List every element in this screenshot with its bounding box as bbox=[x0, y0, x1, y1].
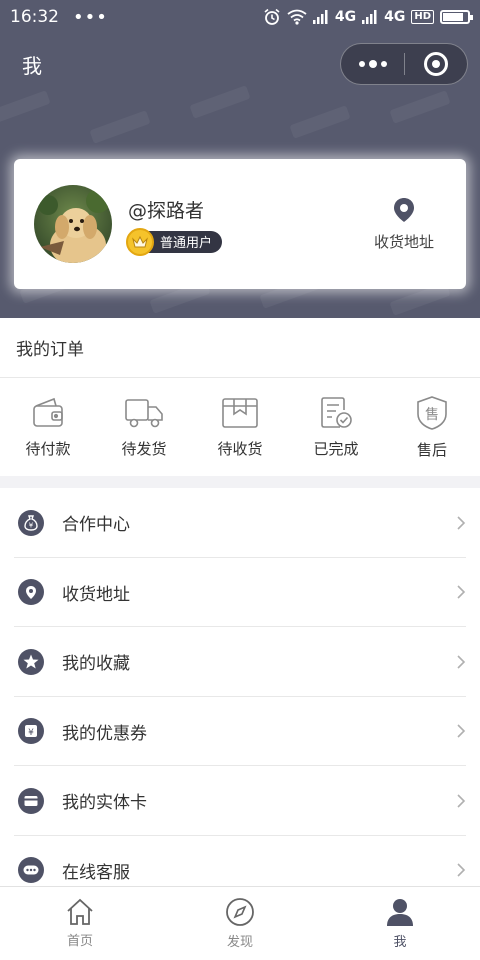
member-level-label: 普通用户 bbox=[160, 236, 213, 251]
after-sale-icon: 售 bbox=[417, 395, 447, 430]
tab-discover[interactable]: 发现 bbox=[160, 887, 320, 960]
order-pending-shipment-label: 待发货 bbox=[121, 439, 167, 458]
package-icon bbox=[222, 397, 258, 428]
orders-title: 我的订单 bbox=[16, 340, 84, 360]
member-level-badge[interactable]: 普通用户 bbox=[126, 227, 223, 256]
battery-icon bbox=[440, 10, 473, 24]
order-after-sale-label: 售后 bbox=[416, 440, 447, 459]
order-completed[interactable]: 已完成 bbox=[288, 378, 384, 476]
dog-avatar-image bbox=[34, 185, 112, 263]
network-type: 4G bbox=[334, 9, 357, 25]
menu-item-coupons-label: 我的优惠券 bbox=[62, 723, 147, 744]
chat-icon bbox=[18, 857, 44, 884]
svg-text:售: 售 bbox=[425, 407, 439, 423]
tab-me[interactable]: 我 bbox=[320, 887, 480, 960]
coupon-icon: ¥ bbox=[18, 718, 44, 745]
status-icons: 4G 4G HD bbox=[263, 8, 473, 26]
network-type-2: 4G bbox=[384, 9, 406, 25]
menu-item-address-label: 收货地址 bbox=[62, 584, 130, 605]
orders-section: 我的订单 待付款 待发货 待收货 已完成 售 售后 bbox=[0, 318, 480, 476]
bottom-tab-bar: 首页 发现 我 bbox=[0, 886, 480, 960]
menu-list: ¥ 合作中心 收货地址 我的收藏 ¥ 我的优惠券 我的实体卡 在线客服 bbox=[0, 488, 480, 886]
order-pending-receipt-label: 待收货 bbox=[217, 439, 263, 458]
status-time: 16:32 bbox=[10, 7, 59, 27]
more-dot-icon bbox=[358, 60, 365, 67]
signal-icon-2 bbox=[362, 10, 377, 24]
address-shortcut-button[interactable]: 收货地址 bbox=[374, 197, 434, 252]
chevron-right-icon bbox=[457, 655, 466, 669]
menu-item-cooperation-label: 合作中心 bbox=[62, 515, 130, 536]
menu-item-physical-card-label: 我的实体卡 bbox=[62, 793, 147, 814]
order-pending-payment-label: 待付款 bbox=[25, 439, 71, 458]
chevron-right-icon bbox=[457, 724, 466, 738]
signal-icon bbox=[312, 10, 328, 24]
alarm-icon bbox=[264, 8, 280, 25]
money-bag-icon: ¥ bbox=[18, 509, 44, 536]
user-info: @探路者 普通用户 bbox=[126, 196, 223, 256]
menu-item-coupons[interactable]: ¥ 我的优惠券 bbox=[0, 697, 480, 767]
wallet-icon bbox=[33, 397, 63, 427]
location-pin-icon bbox=[18, 579, 44, 606]
profile-card: @探路者 普通用户 收货地址 bbox=[14, 159, 466, 289]
menu-item-favorites-label: 我的收藏 bbox=[62, 654, 130, 675]
order-pending-payment[interactable]: 待付款 bbox=[0, 378, 96, 476]
home-icon bbox=[67, 898, 93, 925]
close-button[interactable] bbox=[405, 52, 467, 76]
menu-item-customer-service[interactable]: 在线客服 bbox=[0, 836, 480, 887]
menu-item-physical-card[interactable]: 我的实体卡 bbox=[0, 766, 480, 836]
order-status-list: 待付款 待发货 待收货 已完成 售 售后 bbox=[0, 378, 480, 476]
menu-item-address[interactable]: 收货地址 bbox=[0, 558, 480, 628]
star-icon bbox=[18, 648, 44, 675]
order-pending-receipt[interactable]: 待收货 bbox=[192, 378, 288, 476]
menu-item-customer-service-label: 在线客服 bbox=[62, 862, 130, 883]
close-target-icon bbox=[424, 52, 448, 76]
tab-home-label: 首页 bbox=[66, 934, 93, 949]
crown-icon bbox=[126, 227, 154, 256]
completed-doc-icon bbox=[321, 396, 352, 428]
menu-item-cooperation[interactable]: ¥ 合作中心 bbox=[0, 488, 480, 558]
status-bar: 16:32 ••• 4G 4G HD bbox=[0, 0, 480, 34]
more-button[interactable] bbox=[341, 59, 404, 68]
wifi-icon bbox=[287, 9, 307, 25]
compass-icon bbox=[226, 898, 254, 926]
username: @探路者 bbox=[128, 199, 205, 222]
orders-title-row[interactable]: 我的订单 bbox=[0, 318, 480, 378]
person-icon bbox=[387, 899, 413, 926]
mini-program-capsule bbox=[340, 43, 468, 85]
menu-item-favorites[interactable]: 我的收藏 bbox=[0, 627, 480, 697]
order-pending-shipment[interactable]: 待发货 bbox=[96, 378, 192, 476]
chevron-right-icon bbox=[457, 863, 466, 877]
chevron-right-icon bbox=[457, 585, 466, 599]
location-pin-icon bbox=[393, 197, 414, 222]
status-dots: ••• bbox=[73, 6, 108, 28]
page-title: 我 bbox=[22, 53, 42, 78]
tab-me-label: 我 bbox=[393, 935, 407, 950]
svg-text:¥: ¥ bbox=[28, 728, 34, 738]
chevron-right-icon bbox=[457, 516, 466, 530]
address-shortcut-label: 收货地址 bbox=[373, 232, 434, 251]
avatar[interactable] bbox=[34, 185, 112, 263]
order-completed-label: 已完成 bbox=[313, 439, 359, 458]
nav-bar: 我 bbox=[0, 40, 480, 88]
svg-text:¥: ¥ bbox=[29, 521, 34, 529]
card-icon bbox=[18, 787, 44, 814]
order-after-sale[interactable]: 售 售后 bbox=[384, 378, 480, 476]
truck-icon bbox=[125, 398, 163, 427]
tab-home[interactable]: 首页 bbox=[0, 887, 160, 960]
tab-discover-label: 发现 bbox=[226, 935, 253, 950]
chevron-right-icon bbox=[457, 794, 466, 808]
hd-badge: HD bbox=[411, 10, 434, 24]
